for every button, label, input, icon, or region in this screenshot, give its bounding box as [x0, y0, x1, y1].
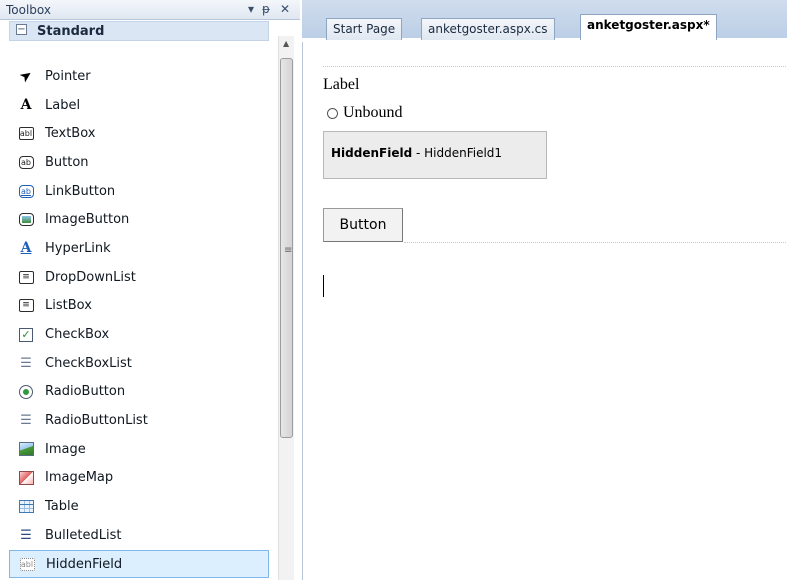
toolbox-item-label: HyperLink	[45, 240, 111, 256]
hiddenfield-icon: abl	[19, 557, 35, 571]
tab-start-page[interactable]: Start Page	[326, 18, 403, 40]
hiddenfield-id: HiddenField1	[424, 146, 503, 160]
table-icon	[17, 499, 35, 515]
toolbox-scrollbar[interactable]: ▲ ≡	[278, 36, 294, 580]
toolbox-item-label: HiddenField	[46, 556, 123, 572]
scroll-up-icon[interactable]: ▲	[283, 39, 289, 48]
radio-circle-icon	[327, 107, 338, 119]
label-control[interactable]: Label	[323, 76, 359, 94]
label-icon: A	[20, 97, 32, 114]
hiddenfield-type: HiddenField	[331, 146, 413, 160]
toolbox-item-label: DropDownList	[45, 269, 136, 285]
toolbox-title: Toolbox	[6, 3, 51, 17]
hiddenfield-control[interactable]: HiddenField - HiddenField1	[323, 131, 547, 179]
divider	[404, 242, 787, 243]
toolbox-item-label: Pointer	[45, 68, 91, 84]
toolbox-header: Toolbox ▾ ᵽ ✕	[0, 0, 300, 20]
grip-icon: ≡	[284, 245, 293, 256]
toolbox-item-label: ImageMap	[45, 470, 114, 486]
dropdown-arrow-icon[interactable]: ▾	[248, 2, 254, 16]
scrollbar-thumb[interactable]: ≡	[280, 58, 293, 438]
close-icon[interactable]: ✕	[280, 2, 290, 16]
toolbox-item-dropdownlist[interactable]: ≡ DropDownList	[9, 263, 269, 292]
toolbox-item-label: BulletedList	[45, 527, 122, 543]
listbox-icon: ≡	[17, 298, 35, 314]
design-surface[interactable]: Label Unbound HiddenField - HiddenField1…	[302, 42, 787, 580]
collapse-icon[interactable]: −	[16, 24, 27, 35]
toolbox-item-label[interactable]: A Label	[9, 91, 269, 120]
toolbox-item-checkboxlist[interactable]: ☰ CheckBoxList	[9, 349, 269, 378]
checkboxlist-icon: ☰	[20, 355, 32, 371]
divider	[323, 66, 787, 67]
bulletedlist-icon: ☰	[20, 527, 32, 543]
radiobuttonlist-control[interactable]: Unbound	[327, 104, 403, 122]
dropdownlist-icon: ≡	[17, 269, 35, 285]
radio-label: Unbound	[343, 104, 403, 121]
imagemap-icon	[17, 470, 35, 486]
toolbox-item-imagemap[interactable]: ImageMap	[9, 464, 269, 493]
radiobutton-icon	[17, 384, 35, 400]
pointer-icon: ➤	[17, 67, 35, 86]
toolbox-item-label: TextBox	[45, 126, 96, 142]
button-icon: ab	[17, 154, 35, 170]
toolbox-item-hiddenfield[interactable]: abl HiddenField	[9, 549, 269, 579]
checkbox-icon: ✓	[17, 327, 35, 343]
editor-area: Start Page anketgoster.aspx.cs anketgost…	[302, 0, 787, 580]
toolbox-item-image[interactable]: Image	[9, 435, 269, 464]
textbox-icon: abl	[18, 127, 34, 141]
hyperlink-icon: A	[20, 240, 32, 257]
toolbox-item-list: ➤ Pointer A Label abl TextBox ab Button …	[9, 62, 269, 579]
toolbox-item-label: CheckBox	[45, 327, 110, 343]
linkbutton-icon: ab	[17, 183, 35, 199]
toolbox-item-label: LinkButton	[45, 183, 116, 199]
toolbox-item-radiobutton[interactable]: RadioButton	[9, 378, 269, 407]
toolbox-item-pointer[interactable]: ➤ Pointer	[9, 62, 269, 91]
toolbox-item-table[interactable]: Table	[9, 492, 269, 521]
hiddenfield-separator: -	[412, 146, 425, 160]
toolbox-panel: Toolbox ▾ ᵽ ✕ − Standard ➤ Pointer A Lab…	[0, 0, 300, 580]
imagebutton-icon	[17, 212, 35, 228]
radiobuttonlist-icon: ☰	[20, 413, 32, 429]
toolbox-item-button[interactable]: ab Button	[9, 148, 269, 177]
toolbox-item-label: Table	[45, 499, 79, 515]
toolbox-item-linkbutton[interactable]: ab LinkButton	[9, 177, 269, 206]
toolbox-item-label: Button	[45, 154, 89, 170]
button-control[interactable]: Button	[323, 208, 403, 242]
document-tab-strip: Start Page anketgoster.aspx.cs anketgost…	[302, 0, 787, 40]
toolbox-item-label: Label	[45, 97, 81, 113]
pin-icon[interactable]: ᵽ	[262, 2, 270, 16]
category-standard[interactable]: − Standard	[9, 21, 269, 41]
toolbox-item-label: CheckBoxList	[45, 355, 132, 371]
toolbox-item-label: ListBox	[45, 298, 92, 314]
toolbox-item-imagebutton[interactable]: ImageButton	[9, 205, 269, 234]
image-icon	[17, 441, 35, 457]
toolbox-item-bulletedlist[interactable]: ☰ BulletedList	[9, 521, 269, 550]
toolbox-item-label: RadioButtonList	[45, 413, 148, 429]
toolbox-item-label: Image	[45, 441, 86, 457]
toolbox-item-label: RadioButton	[45, 384, 126, 400]
category-label: Standard	[37, 24, 105, 39]
tab-anketgoster-aspx-cs[interactable]: anketgoster.aspx.cs	[421, 18, 555, 40]
toolbox-item-radiobuttonlist[interactable]: ☰ RadioButtonList	[9, 406, 269, 435]
toolbox-item-checkbox[interactable]: ✓ CheckBox	[9, 320, 269, 349]
toolbox-item-hyperlink[interactable]: A HyperLink	[9, 234, 269, 263]
toolbox-item-label: ImageButton	[45, 212, 130, 228]
toolbox-item-textbox[interactable]: abl TextBox	[9, 119, 269, 148]
text-caret	[323, 275, 324, 297]
tab-anketgoster-aspx[interactable]: anketgoster.aspx*	[580, 14, 717, 40]
toolbox-item-listbox[interactable]: ≡ ListBox	[9, 292, 269, 321]
